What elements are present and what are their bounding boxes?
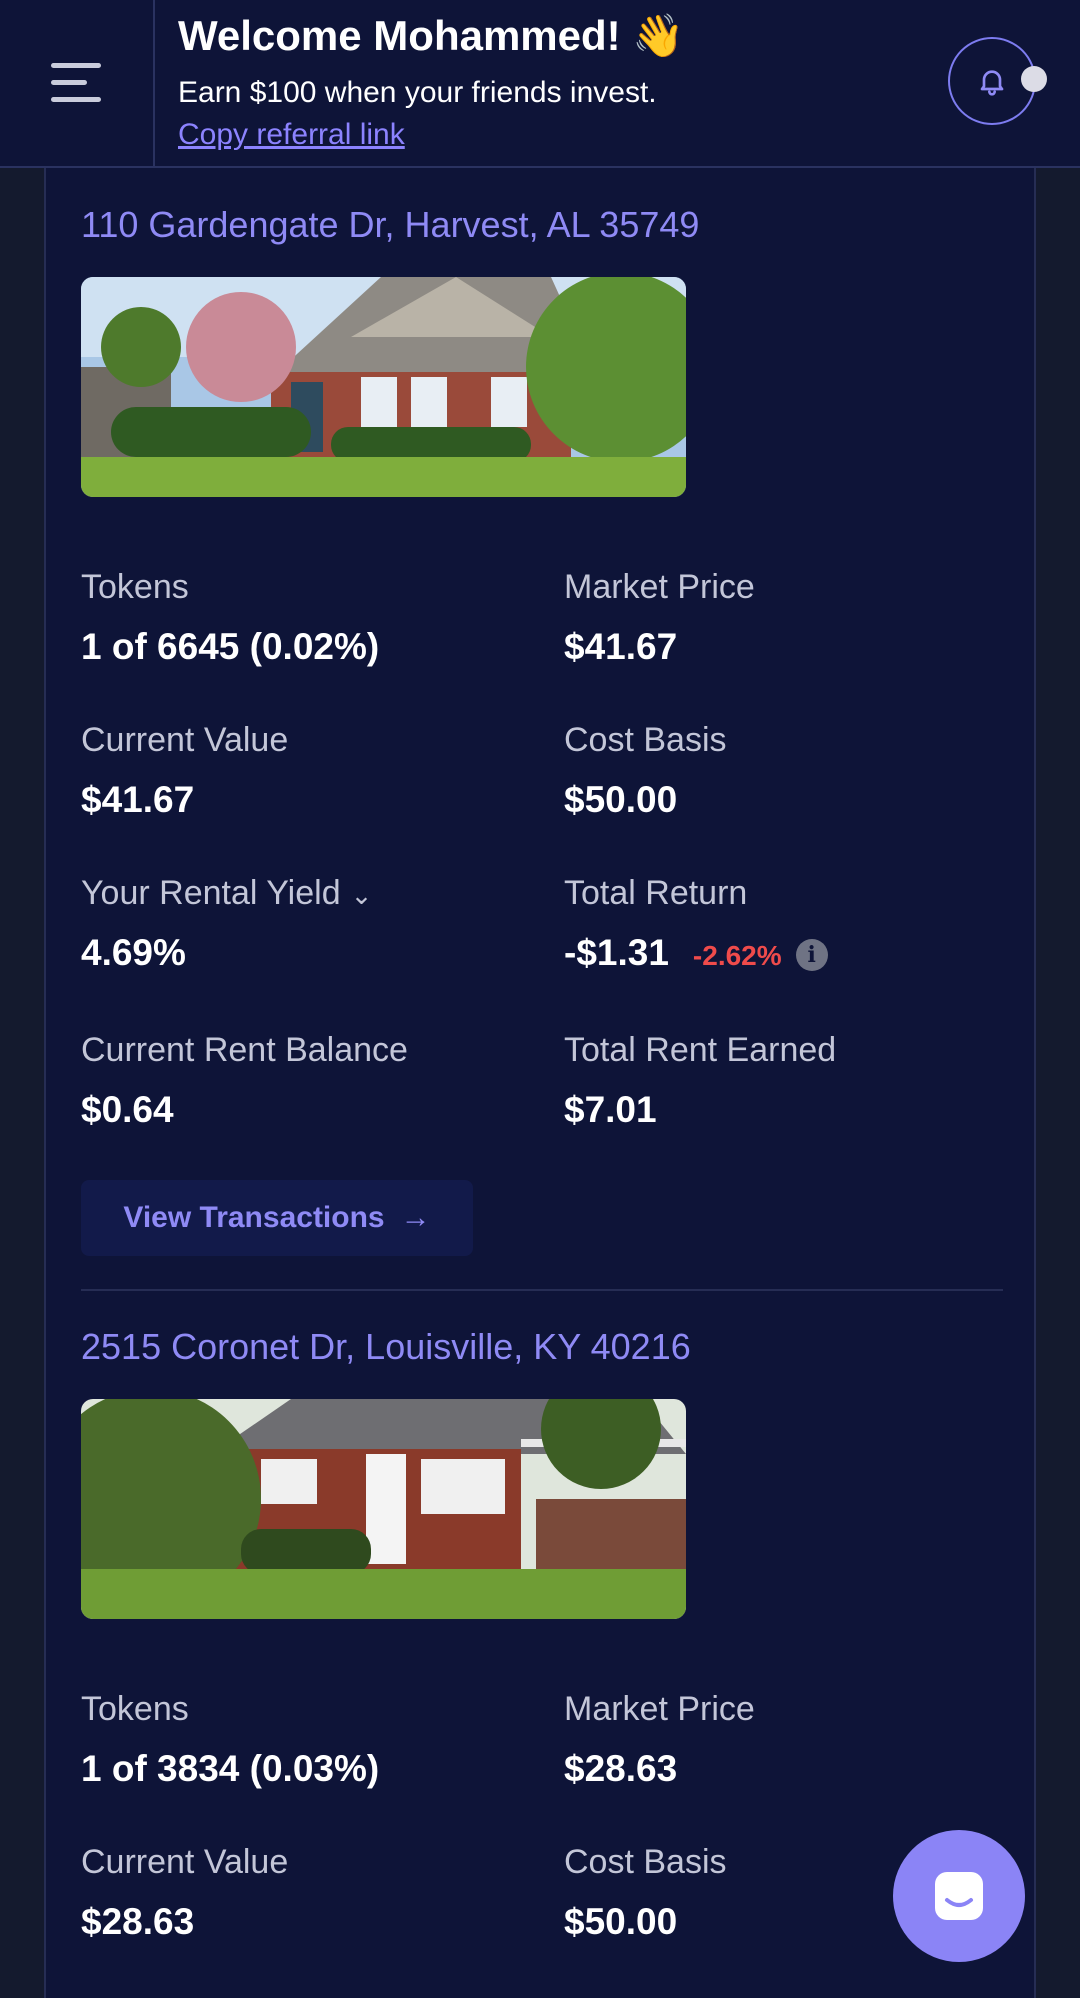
view-transactions-button[interactable]: View Transactions → [81,1180,473,1256]
tokens-label: Tokens [81,568,189,606]
rent-balance-label: Current Rent Balance [81,1031,408,1069]
current-value-value: $28.63 [81,1901,195,1942]
chat-icon [935,1872,983,1920]
market-price-value: $41.67 [564,626,678,667]
current-value-label: Current Value [81,721,289,759]
view-transactions-label: View Transactions [123,1201,385,1234]
property-photo[interactable] [81,1399,686,1619]
property-photo[interactable] [81,277,686,497]
rent-balance-value: $0.64 [81,1089,174,1130]
rental-yield-toggle[interactable]: Your Rental Yield ⌄ [81,874,372,913]
notification-dot [1021,66,1047,92]
total-return-percent: -2.62% [692,940,782,971]
card-divider [81,1289,1003,1291]
menu-icon [50,63,101,102]
tokens-label: Tokens [81,1690,189,1728]
current-value-value: $41.67 [81,779,195,820]
cost-basis-label: Cost Basis [564,721,727,759]
portfolio-panel: 110 Gardengate Dr, Harvest, AL 35749 Tok… [44,168,1036,1998]
market-price-label: Market Price [564,568,755,606]
market-price-label: Market Price [564,1690,755,1728]
chevron-down-icon: ⌄ [350,880,373,910]
market-price-value: $28.63 [564,1748,678,1789]
referral-promo-text: Earn $100 when your friends invest. [178,76,657,109]
cost-basis-value: $50.00 [564,779,678,820]
welcome-title: Welcome Mohammed! 👋 [178,12,685,59]
rent-earned-value: $7.01 [564,1089,657,1130]
cost-basis-value: $50.00 [564,1901,678,1942]
tokens-value: 1 of 3834 (0.03%) [81,1748,380,1789]
rental-yield-value: 4.69% [81,932,186,973]
property-address[interactable]: 110 Gardengate Dr, Harvest, AL 35749 [81,204,699,246]
property-address[interactable]: 2515 Coronet Dr, Louisville, KY 40216 [81,1326,691,1368]
info-icon[interactable]: i [795,939,828,972]
cost-basis-label: Cost Basis [564,1843,727,1881]
bell-icon [980,70,1004,96]
chat-button[interactable] [893,1830,1025,1962]
rental-yield-label: Your Rental Yield [81,874,341,912]
total-return-label: Total Return [564,874,748,912]
arrow-right-icon: → [400,1201,431,1234]
copy-referral-link[interactable]: Copy referral link [178,118,405,152]
app-header: Welcome Mohammed! 👋 Earn $100 when your … [0,0,1080,168]
tokens-value: 1 of 6645 (0.02%) [81,626,380,667]
menu-button[interactable] [0,0,155,166]
total-return-value: -$1.31 [564,932,669,973]
current-value-label: Current Value [81,1843,289,1881]
rent-earned-label: Total Rent Earned [564,1031,837,1069]
total-return-row: -$1.31 -2.62% i [564,932,828,974]
